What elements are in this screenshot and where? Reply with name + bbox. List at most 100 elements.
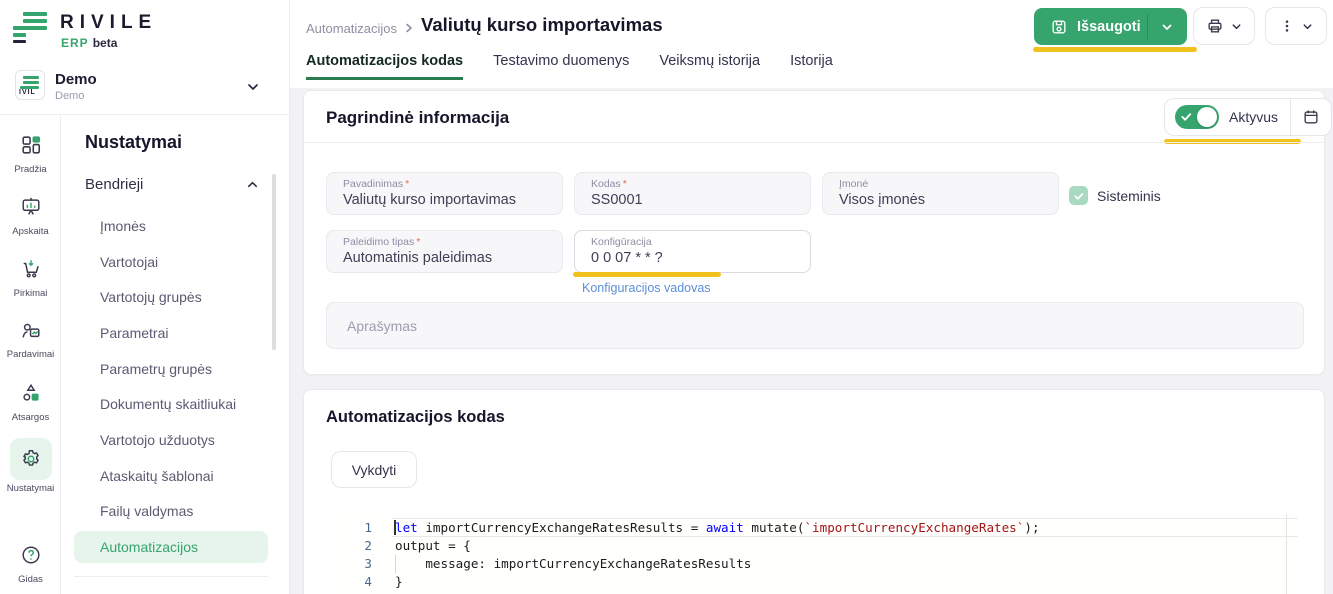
breadcrumb[interactable]: Automatizacijos [306, 21, 397, 36]
sisteminis-checkbox-label: Sisteminis [1097, 188, 1161, 204]
main-area: Automatizacijos Valiutų kurso importavim… [290, 0, 1333, 594]
rail-item-atsargos[interactable]: Atsargos [0, 382, 61, 423]
code-editor[interactable]: 1 2 3 4 let importCurrencyExchangeRatesR… [328, 514, 1302, 594]
rail-label: Pirkimai [0, 288, 61, 299]
field-kodas[interactable]: Kodas* SS0001 [574, 172, 811, 215]
run-button[interactable]: Vykdyti [331, 451, 417, 488]
tab-testavimo-duomenys[interactable]: Testavimo duomenys [493, 53, 629, 80]
nav-item-parametru-grupes[interactable]: Parametrų grupės [74, 353, 268, 385]
field-label: Pavadinimas [343, 178, 403, 190]
field-value: SS0001 [591, 192, 810, 208]
check-icon [1180, 110, 1193, 123]
nav-item-ataskaitu-sablonai[interactable]: Ataskaitų šablonai [74, 460, 268, 492]
nav-item-vartotojo-uzduotys[interactable]: Vartotojo užduotys [74, 424, 268, 456]
rivile-logo-icon [13, 11, 49, 44]
sisteminis-checkbox[interactable] [1069, 186, 1088, 205]
settings-nav-panel: Nustatymai Bendrieji Įmonės Vartotojai V… [61, 116, 290, 594]
active-toggle[interactable] [1175, 105, 1219, 129]
rail-item-pirkimai[interactable]: Pirkimai [0, 258, 61, 299]
code-line-3[interactable]: message: importCurrencyExchangeRatesResu… [395, 555, 751, 573]
rail-label: Apskaita [0, 226, 61, 237]
nav-group-bendrieji[interactable]: Bendrieji [85, 176, 265, 193]
line-number: 3 [328, 555, 372, 573]
company-subtitle: Demo [55, 90, 84, 102]
chevron-down-icon [1231, 21, 1242, 32]
brand-name: RIVILE [60, 12, 157, 34]
field-pavadinimas[interactable]: Pavadinimas* Valiutų kurso importavimas [326, 172, 563, 215]
active-toggle-label: Aktyvus [1229, 109, 1278, 125]
field-imone[interactable]: Įmonė Visos įmonės [822, 172, 1059, 215]
card-title: Pagrindinė informacija [326, 108, 509, 128]
company-avatar: IVIL [15, 70, 45, 100]
code-line-1[interactable]: let importCurrencyExchangeRatesResults =… [395, 519, 1040, 537]
required-mark: * [416, 236, 420, 248]
main-info-card: Pagrindinė informacija Aktyvus [303, 90, 1325, 375]
content-area: Pagrindinė informacija Aktyvus [290, 88, 1333, 594]
code-line-2[interactable]: output = { [395, 537, 471, 555]
field-konfiguracija[interactable]: Konfigūracija 0 0 07 * * ? [574, 230, 811, 273]
rail-item-pradzia[interactable]: Pradžia [0, 134, 61, 175]
print-button[interactable] [1193, 7, 1255, 45]
save-button-label: Išsaugoti [1077, 19, 1141, 35]
tab-automatizacijos-kodas[interactable]: Automatizacijos kodas [306, 53, 463, 80]
field-value: 0 0 07 * * ? [591, 250, 810, 266]
save-options-button[interactable] [1148, 21, 1186, 33]
card-header-divider [304, 142, 1324, 143]
rail-item-nustatymai[interactable]: Nustatymai [0, 438, 61, 494]
nav-divider [74, 576, 268, 577]
topbar: Automatizacijos Valiutų kurso importavim… [290, 0, 1333, 88]
brand-logo[interactable]: RIVILE ERP beta [0, 0, 290, 60]
automation-code-card: Automatizacijos kodas Vykdyti 1 2 3 4 le… [303, 389, 1325, 594]
line-number: 2 [328, 537, 372, 555]
nav-scrollbar[interactable] [272, 174, 276, 350]
description-textarea[interactable]: Aprašymas [326, 302, 1304, 349]
app-window: RIVILE ERP beta IVIL Demo Demo [0, 0, 1333, 594]
field-paleidimo-tipas[interactable]: Paleidimo tipas* Automatinis paleidimas [326, 230, 563, 273]
nav-item-parametrai[interactable]: Parametrai [74, 317, 268, 349]
chevron-up-icon[interactable] [246, 178, 259, 191]
rail-label: Nustatymai [0, 483, 61, 494]
chevron-down-icon [1302, 21, 1313, 32]
config-guide-link[interactable]: Konfiguracijos vadovas [582, 281, 711, 295]
help-icon [20, 544, 42, 566]
module-rail: Pradžia Apskaita [0, 116, 61, 594]
annotation-underline-save [1033, 47, 1197, 52]
field-label: Įmonė [839, 178, 868, 190]
line-number: 4 [328, 573, 372, 591]
sidebar: RIVILE ERP beta IVIL Demo Demo [0, 0, 290, 594]
calendar-icon [1302, 108, 1320, 126]
tab-bar: Automatizacijos kodas Testavimo duomenys… [306, 53, 833, 80]
nav-item-dokumentu-skaitliukai[interactable]: Dokumentų skaitliukai [74, 388, 268, 420]
accounting-icon [20, 196, 42, 218]
required-mark: * [405, 178, 409, 190]
rail-item-pardavimai[interactable]: Pardavimai [0, 319, 61, 360]
description-placeholder: Aprašymas [347, 318, 417, 334]
save-button[interactable]: Išsaugoti [1034, 18, 1147, 36]
nav-item-imones[interactable]: Įmonės [74, 210, 268, 242]
tab-istorija[interactable]: Istorija [790, 53, 833, 80]
tab-veiksmu-istorija[interactable]: Veiksmų istorija [659, 53, 760, 80]
more-actions-button[interactable] [1265, 7, 1327, 45]
code-line-4[interactable]: } [395, 573, 403, 591]
nav-item-automatizacijos[interactable]: Automatizacijos [74, 531, 268, 563]
schedule-button[interactable] [1291, 108, 1331, 126]
check-icon [1073, 190, 1085, 202]
sidebar-lower: Pradžia Apskaita [0, 116, 290, 594]
rail-item-gidas[interactable]: Gidas [0, 544, 61, 585]
nav-item-vartotoju-grupes[interactable]: Vartotojų grupės [74, 281, 268, 313]
inventory-icon [20, 382, 42, 404]
dashboard-icon [20, 134, 42, 156]
editor-scrollbar-rule [1286, 514, 1287, 594]
nav-item-failu-valdymas[interactable]: Failų valdymas [74, 495, 268, 527]
rail-item-apskaita[interactable]: Apskaita [0, 196, 61, 237]
chevron-right-icon [403, 22, 415, 34]
kebab-menu-icon [1279, 18, 1295, 34]
brand-erp: ERP [61, 36, 89, 50]
annotation-underline-config [573, 272, 721, 277]
company-selector[interactable]: IVIL Demo Demo [0, 60, 290, 115]
sales-icon [20, 319, 42, 341]
save-split-button: Išsaugoti [1034, 8, 1187, 45]
required-mark: * [623, 178, 627, 190]
brand-beta: beta [93, 36, 118, 50]
nav-item-vartotojai[interactable]: Vartotojai [74, 246, 268, 278]
